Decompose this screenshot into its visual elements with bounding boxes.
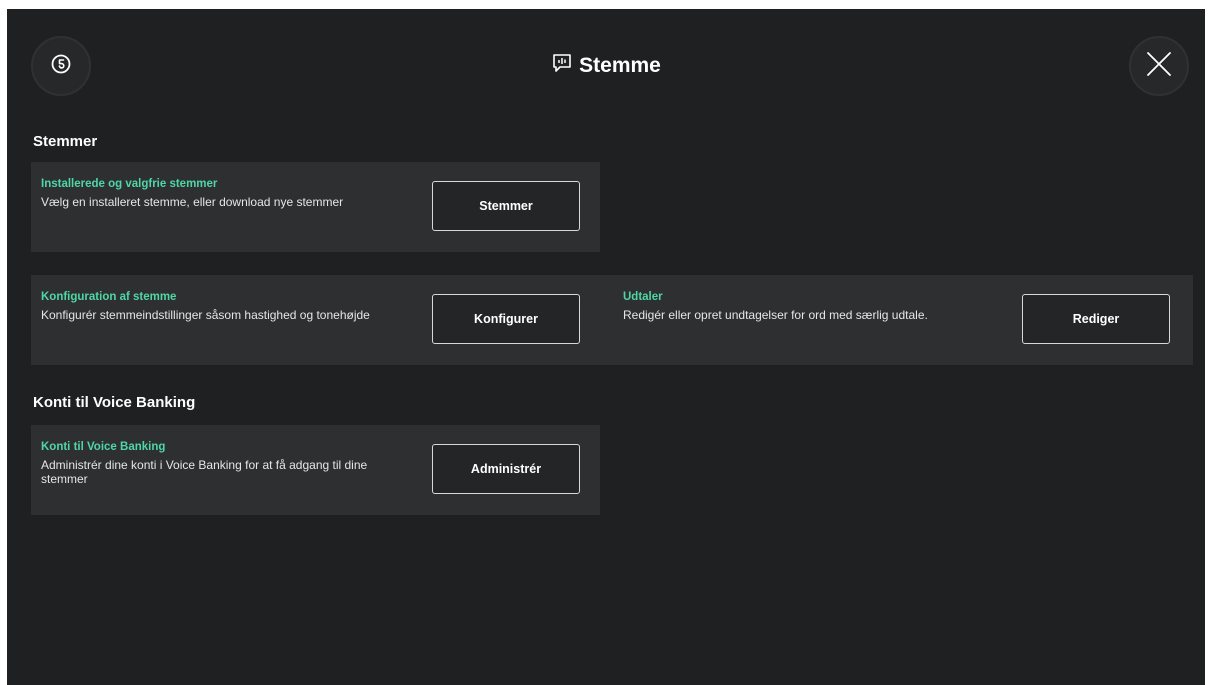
voice-banking-description: Administrér dine konti i Voice Banking f… (41, 458, 368, 486)
voice-config-card: Konfiguration af stemme Konfigurér stemm… (31, 275, 1193, 365)
pronunciation-title: Udtaler (623, 291, 663, 303)
page-title: Stemme (579, 53, 661, 77)
close-icon (1144, 49, 1174, 84)
voice-config-title: Konfiguration af stemme (41, 291, 177, 303)
manage-button[interactable]: Administrér (432, 444, 580, 494)
stemme-settings-screen: Stemme Stemmer Installerede og valgfrie … (7, 9, 1205, 685)
installed-voices-description: Vælg en installeret stemme, eller downlo… (41, 195, 344, 209)
configure-button[interactable]: Konfigurer (432, 294, 580, 344)
page-title-wrap: Stemme (7, 52, 1205, 79)
close-button[interactable] (1129, 36, 1189, 96)
section-heading-voices: Stemmer (33, 133, 98, 150)
voices-button[interactable]: Stemmer (432, 181, 580, 231)
installed-voices-card: Installerede og valgfrie stemmer Vælg en… (31, 162, 600, 252)
installed-voices-title: Installerede og valgfrie stemmer (41, 178, 218, 190)
voice-banking-card: Konti til Voice Banking Administrér dine… (31, 425, 600, 515)
voice-banking-title: Konti til Voice Banking (41, 441, 166, 453)
speech-bubble-icon (551, 52, 573, 79)
section-heading-voice-banking: Konti til Voice Banking (33, 394, 196, 411)
edit-button[interactable]: Rediger (1022, 294, 1170, 344)
pronunciation-setting: Udtaler Redigér eller opret undtagelser … (613, 275, 1193, 365)
voice-config-setting: Konfiguration af stemme Konfigurér stemm… (31, 275, 611, 365)
voice-config-description: Konfigurér stemmeindstillinger såsom has… (41, 308, 370, 322)
pronunciation-description: Redigér eller opret undtagelser for ord … (623, 308, 928, 322)
